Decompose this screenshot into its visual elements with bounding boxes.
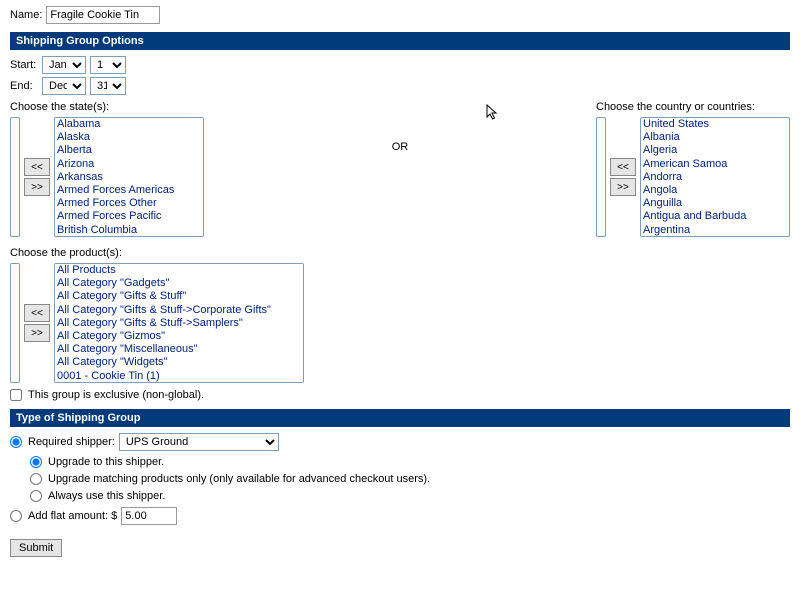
section-shipping-options-header: Shipping Group Options bbox=[10, 32, 790, 50]
list-item[interactable]: Arizona bbox=[55, 158, 203, 171]
list-item[interactable]: Armed Forces Americas bbox=[55, 184, 203, 197]
states-selected-listbox[interactable] bbox=[10, 117, 20, 237]
products-remove-button[interactable]: >> bbox=[24, 324, 50, 342]
upgrade-matching-label: Upgrade matching products only (only ava… bbox=[48, 473, 430, 485]
list-item[interactable]: American Samoa bbox=[641, 158, 789, 171]
start-month-select[interactable]: Jan bbox=[42, 56, 86, 74]
states-add-button[interactable]: << bbox=[24, 158, 50, 176]
list-item[interactable]: Algeria bbox=[641, 144, 789, 157]
or-label: OR bbox=[392, 101, 409, 153]
choose-countries-label: Choose the country or countries: bbox=[596, 101, 790, 113]
exclusive-checkbox[interactable] bbox=[10, 389, 22, 401]
list-item[interactable]: 0001 - Cookie Tin (1) bbox=[55, 370, 303, 383]
list-item[interactable]: Angola bbox=[641, 184, 789, 197]
list-item[interactable]: Armed Forces Other bbox=[55, 197, 203, 210]
list-item[interactable]: Andorra bbox=[641, 171, 789, 184]
flat-amount-radio[interactable] bbox=[10, 510, 22, 522]
flat-amount-field[interactable] bbox=[121, 507, 177, 525]
upgrade-label: Upgrade to this shipper. bbox=[48, 456, 164, 468]
states-available-listbox[interactable]: AlabamaAlaskaAlbertaArizonaArkansasArmed… bbox=[54, 117, 204, 237]
products-add-button[interactable]: << bbox=[24, 304, 50, 322]
choose-states-label: Choose the state(s): bbox=[10, 101, 204, 113]
list-item[interactable]: Armed Forces Pacific bbox=[55, 210, 203, 223]
always-use-radio[interactable] bbox=[30, 490, 42, 502]
list-item[interactable]: Albania bbox=[641, 131, 789, 144]
states-remove-button[interactable]: >> bbox=[24, 178, 50, 196]
list-item[interactable]: All Category "Gifts & Stuff->Corporate G… bbox=[55, 304, 303, 317]
name-label: Name: bbox=[10, 9, 42, 21]
required-shipper-radio[interactable] bbox=[10, 436, 22, 448]
list-item[interactable]: All Products bbox=[55, 264, 303, 277]
flat-amount-label: Add flat amount: $ bbox=[28, 510, 117, 522]
list-item[interactable]: All Category "Gadgets" bbox=[55, 277, 303, 290]
list-item[interactable]: All Category "Gifts & Stuff" bbox=[55, 290, 303, 303]
list-item[interactable]: All Category "Widgets" bbox=[55, 356, 303, 369]
list-item[interactable]: Alabama bbox=[55, 118, 203, 131]
list-item[interactable]: Antigua and Barbuda bbox=[641, 210, 789, 223]
list-item[interactable]: All Category "Gifts & Stuff->Samplers" bbox=[55, 317, 303, 330]
start-day-select[interactable]: 1 bbox=[90, 56, 126, 74]
countries-remove-button[interactable]: >> bbox=[610, 178, 636, 196]
required-shipper-select[interactable]: UPS Ground bbox=[119, 433, 279, 451]
list-item[interactable]: All Category "Gizmos" bbox=[55, 330, 303, 343]
required-shipper-label: Required shipper: bbox=[28, 436, 115, 448]
list-item[interactable]: Argentina bbox=[641, 224, 789, 237]
start-label: Start: bbox=[10, 59, 38, 71]
products-available-listbox[interactable]: All ProductsAll Category "Gadgets"All Ca… bbox=[54, 263, 304, 383]
countries-selected-listbox[interactable] bbox=[596, 117, 606, 237]
section-type-header: Type of Shipping Group bbox=[10, 409, 790, 427]
list-item[interactable]: Alaska bbox=[55, 131, 203, 144]
upgrade-radio[interactable] bbox=[30, 456, 42, 468]
always-use-label: Always use this shipper. bbox=[48, 490, 165, 502]
name-field[interactable] bbox=[46, 6, 160, 24]
choose-products-label: Choose the product(s): bbox=[10, 247, 790, 259]
list-item[interactable]: Arkansas bbox=[55, 171, 203, 184]
list-item[interactable]: All Category "Miscellaneous" bbox=[55, 343, 303, 356]
upgrade-matching-radio[interactable] bbox=[30, 473, 42, 485]
countries-add-button[interactable]: << bbox=[610, 158, 636, 176]
end-month-select[interactable]: Dec bbox=[42, 77, 86, 95]
list-item[interactable]: British Columbia bbox=[55, 224, 203, 237]
countries-available-listbox[interactable]: United StatesAlbaniaAlgeriaAmerican Samo… bbox=[640, 117, 790, 237]
list-item[interactable]: Alberta bbox=[55, 144, 203, 157]
list-item[interactable]: United States bbox=[641, 118, 789, 131]
end-day-select[interactable]: 31 bbox=[90, 77, 126, 95]
exclusive-label: This group is exclusive (non-global). bbox=[28, 389, 204, 401]
products-selected-listbox[interactable] bbox=[10, 263, 20, 383]
end-label: End: bbox=[10, 80, 38, 92]
list-item[interactable]: Anguilla bbox=[641, 197, 789, 210]
submit-button[interactable]: Submit bbox=[10, 539, 62, 557]
